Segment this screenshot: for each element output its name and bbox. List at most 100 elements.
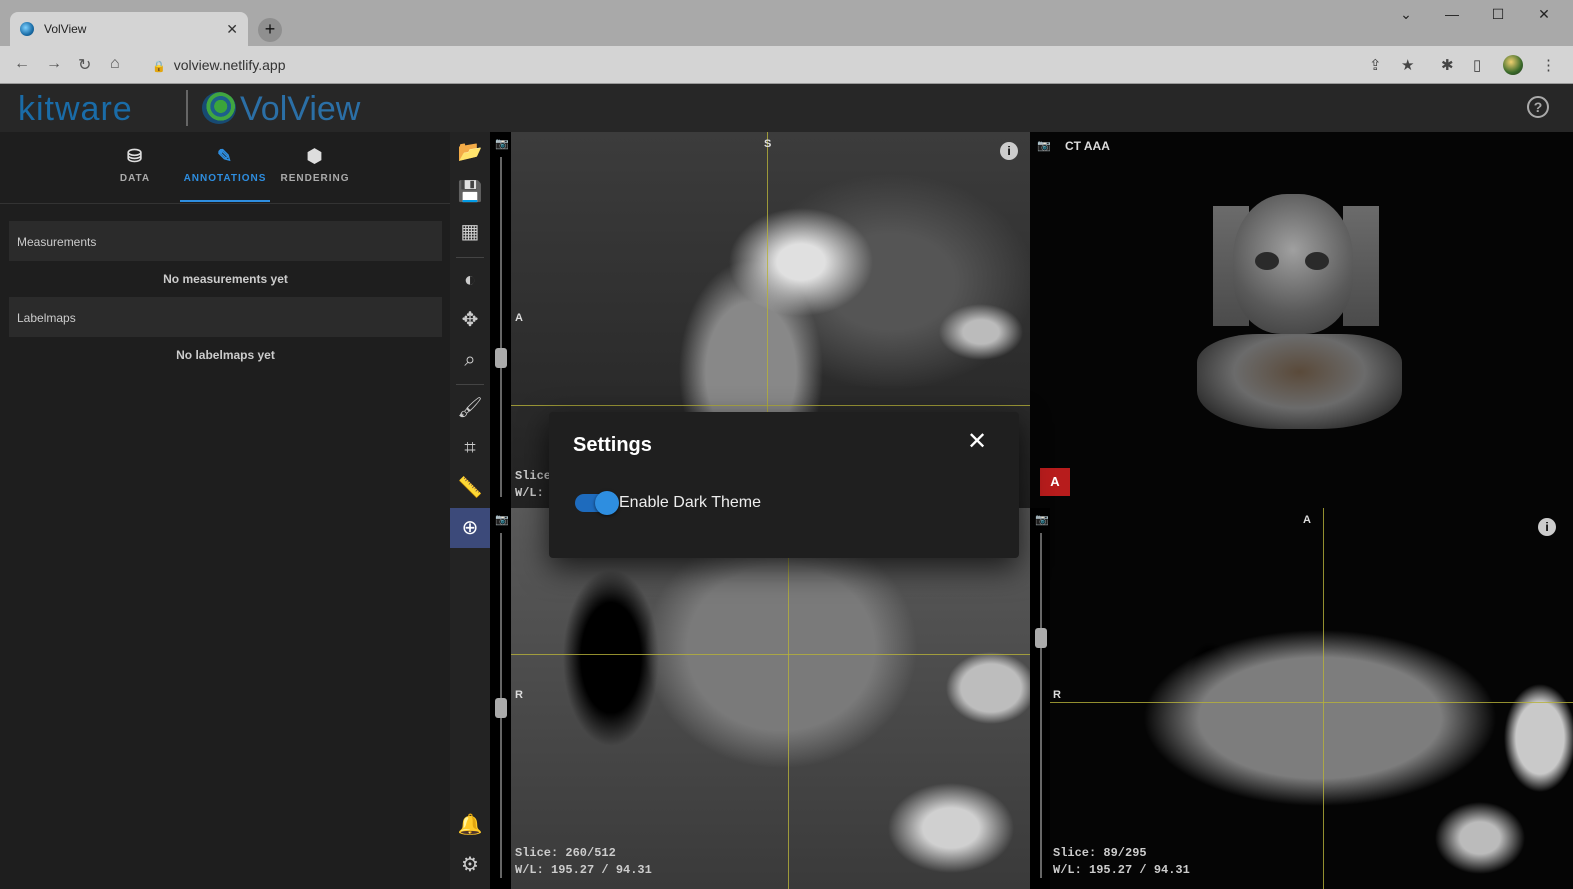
volume-label: CT AAA [1065, 139, 1110, 153]
crosshair-vertical [1323, 508, 1324, 889]
view-3d[interactable]: 📷 CT AAA A [1030, 132, 1573, 508]
crop-icon[interactable]: ⌗ [450, 428, 490, 468]
orientation-left: A [515, 312, 523, 324]
gear-icon[interactable]: ⚙ [450, 845, 490, 885]
slice-info: Slice: 89/295 [1053, 846, 1147, 860]
save-icon[interactable]: 💾 [450, 172, 490, 212]
skull-eye [1305, 252, 1329, 270]
screenshot-icon[interactable]: 📷 [495, 513, 509, 526]
toggle-knob[interactable] [595, 491, 619, 515]
app-header: kitware VolView ? [0, 84, 1573, 132]
browser-tab-title: VolView [44, 22, 87, 36]
volview-logo-icon [202, 92, 236, 124]
window-level-icon[interactable]: ◐ [450, 260, 490, 300]
browser-tab-bar: VolView ✕ + ⌄ — ☐ ✕ [0, 0, 1573, 46]
labelmaps-empty: No labelmaps yet [176, 348, 275, 362]
share-icon[interactable]: ⇪ [1369, 56, 1382, 74]
url-field[interactable]: 🔒 volview.netlify.app [152, 57, 286, 73]
orientation-top: S [764, 138, 772, 150]
measurements-empty: No measurements yet [163, 272, 288, 286]
folder-open-icon[interactable]: 📂 [450, 132, 490, 172]
slice-slider-thumb[interactable] [495, 698, 507, 718]
side-panel-icon[interactable]: ▯ [1473, 56, 1481, 74]
orientation-left: R [515, 689, 523, 701]
view-info: Slice: 89/295 W/L: 195.27 / 94.31 [1053, 845, 1190, 879]
wl-info: W/L: 195.27 / 94.31 [1053, 863, 1190, 877]
info-icon[interactable]: i [1538, 518, 1556, 536]
url-text: volview.netlify.app [173, 57, 286, 73]
browser-tab[interactable]: VolView ✕ [10, 12, 248, 46]
close-tab-icon[interactable]: ✕ [226, 21, 238, 38]
layout-icon[interactable]: ▦ [450, 212, 490, 252]
tool-strip: 📂 💾 ▦ ◐ ✥ ⌕ 🖌 ⌗ 📏 ⊕ 🔔 ⚙ [450, 132, 490, 889]
bell-icon[interactable]: 🔔 [450, 805, 490, 845]
tab-annotations-label: ANNOTATIONS [183, 173, 267, 184]
home-icon[interactable]: ⌂ [110, 55, 120, 73]
zoom-icon[interactable]: ⌕ [450, 340, 490, 380]
wl-info: W/L: 195.27 / 94.31 [515, 863, 652, 877]
tab-annotations[interactable]: ✎ ANNOTATIONS [180, 146, 270, 184]
active-tab-indicator [180, 200, 270, 202]
screenshot-icon[interactable]: 📷 [495, 137, 509, 150]
labelmaps-header[interactable]: Labelmaps [9, 297, 442, 337]
pan-icon[interactable]: ✥ [450, 300, 490, 340]
view-bottom-left[interactable]: 📷 R Slice: 260/512 W/L: 195.27 / 94.31 [490, 508, 1030, 889]
slice-slider-track[interactable] [1040, 533, 1042, 878]
tab-rendering[interactable]: ⬢ RENDERING [270, 146, 360, 184]
minimize-icon[interactable]: — [1429, 6, 1475, 22]
close-icon[interactable]: ✕ [965, 430, 989, 454]
browser-menu-icon[interactable]: ⋮ [1541, 56, 1556, 74]
measurements-header[interactable]: Measurements [9, 221, 442, 261]
crosshairs-icon[interactable]: ⊕ [450, 508, 490, 548]
crosshair-horizontal [511, 405, 1030, 406]
new-tab-button[interactable]: + [258, 18, 282, 42]
orientation-cube-badge[interactable]: A [1040, 468, 1070, 496]
ruler-icon[interactable]: 📏 [450, 468, 490, 508]
view-info: Slice: 260/512 W/L: 195.27 / 94.31 [515, 845, 652, 879]
skull-render [1233, 194, 1353, 334]
tab-rendering-label: RENDERING [280, 173, 350, 184]
tab-data-label: DATA [119, 173, 151, 184]
extensions-icon[interactable]: ✱ [1441, 56, 1454, 74]
orientation-top: A [1303, 514, 1311, 526]
slice-slider-thumb[interactable] [1035, 628, 1047, 648]
lock-icon: 🔒 [152, 61, 166, 73]
address-bar: ← → ↻ ⌂ 🔒 volview.netlify.app ⇪ ★ ✱ ▯ ⋮ [0, 46, 1573, 84]
bookmark-star-icon[interactable]: ★ [1401, 56, 1414, 74]
tool-divider [456, 384, 484, 385]
tab-search-icon[interactable]: ⌄ [1383, 6, 1429, 23]
dialog-title: Settings [573, 434, 652, 456]
kitware-logo: kitware [18, 90, 133, 128]
reload-icon[interactable]: ↻ [78, 55, 91, 75]
orientation-left: R [1053, 689, 1061, 701]
screenshot-icon[interactable]: 📷 [1037, 139, 1051, 152]
slice-slider-track[interactable] [500, 157, 502, 497]
slice-image [511, 508, 1030, 889]
left-panel: ⛁ DATA ✎ ANNOTATIONS ⬢ RENDERING Measure… [0, 132, 450, 889]
maximize-icon[interactable]: ☐ [1475, 6, 1521, 23]
dark-theme-label[interactable]: Enable Dark Theme [619, 494, 761, 512]
crosshair-horizontal [511, 654, 1030, 655]
crosshair-horizontal [1050, 702, 1573, 703]
crosshair-vertical [788, 508, 789, 889]
screenshot-icon[interactable]: 📷 [1035, 513, 1049, 526]
neck-render [1197, 334, 1402, 429]
forward-icon[interactable]: → [46, 55, 62, 73]
help-icon[interactable]: ? [1527, 96, 1549, 118]
volume-render [1195, 194, 1405, 434]
module-tabs: ⛁ DATA ✎ ANNOTATIONS ⬢ RENDERING [0, 132, 450, 204]
back-icon[interactable]: ← [14, 55, 30, 73]
settings-dialog: Settings ✕ Enable Dark Theme [549, 412, 1019, 558]
skull-eye [1255, 252, 1279, 270]
close-window-icon[interactable]: ✕ [1521, 6, 1567, 23]
slice-info: Slice: 260/512 [515, 846, 616, 860]
paint-icon[interactable]: 🖌 [450, 388, 490, 428]
profile-avatar[interactable] [1503, 55, 1523, 75]
tab-data[interactable]: ⛁ DATA [90, 146, 180, 184]
database-icon: ⛁ [126, 146, 144, 166]
slice-slider-thumb[interactable] [495, 348, 507, 368]
view-bottom-right[interactable]: 📷 A R i Slice: 89/295 W/L: 195.27 / 94.3… [1030, 508, 1573, 889]
tool-divider [456, 257, 484, 258]
info-icon[interactable]: i [1000, 142, 1018, 160]
dark-theme-toggle[interactable] [575, 491, 619, 515]
